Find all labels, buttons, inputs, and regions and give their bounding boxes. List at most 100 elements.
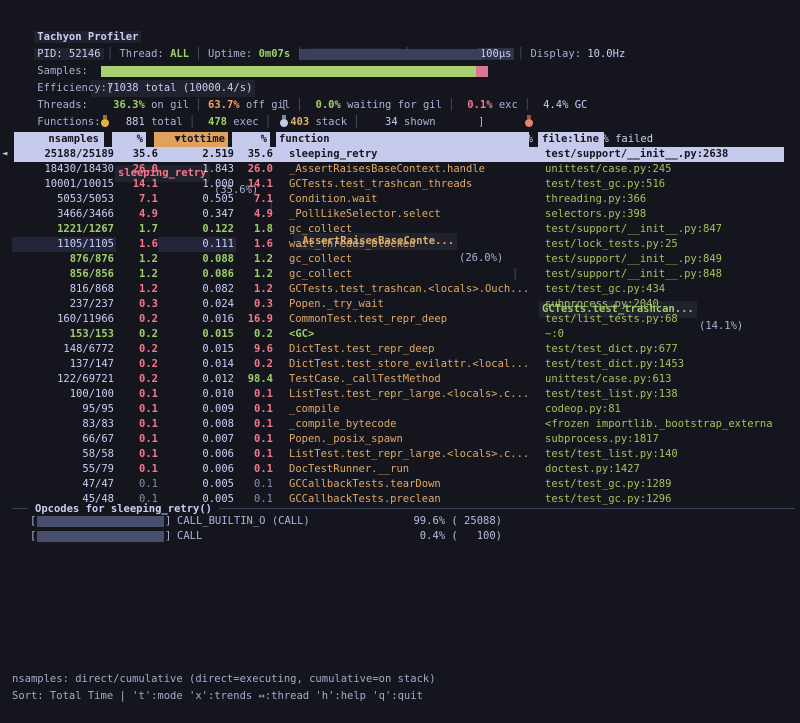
cell-function: Popen._try_wait	[289, 297, 541, 312]
cell-pct-cumulative: 1.2	[236, 282, 273, 297]
samples-rate-bar	[300, 49, 482, 60]
cell-pct-direct: 0.1	[118, 387, 158, 402]
cell-file-line: test/test_list.py:138	[545, 387, 800, 402]
cell-file-line: threading.py:366	[545, 192, 800, 207]
table-row[interactable]: 153/153 0.2 0.015 0.2 <GC> ~:0	[0, 327, 800, 342]
cell-pct-direct: 0.1	[118, 432, 158, 447]
cell-function: ListTest.test_repr_large.<locals>.c...	[289, 447, 541, 462]
cell-nsamples: 47/47	[14, 477, 114, 492]
cell-pct-cumulative: 26.0	[236, 162, 273, 177]
table-row[interactable]: 876/876 1.2 0.088 1.2 gc_collect test/su…	[0, 252, 800, 267]
cell-file-line: test/support/__init__.py:2638	[545, 147, 800, 162]
header-pct-direct[interactable]: %	[112, 132, 146, 147]
cell-tottime: 0.082	[160, 282, 234, 297]
cell-pct-direct: 4.9	[118, 207, 158, 222]
status-line: PID: 52146 │ Thread: ALL │ Uptime: 0m07s…	[12, 29, 625, 46]
cell-pct-cumulative: 0.2	[236, 327, 273, 342]
cell-function: DocTestRunner.__run	[289, 462, 541, 477]
cell-pct-cumulative: 0.1	[236, 477, 273, 492]
table-row[interactable]: 18430/18430 26.0 1.843 26.0 _AssertRaise…	[0, 162, 800, 177]
table-row[interactable]: 122/69721 0.2 0.012 98.4 TestCase._callT…	[0, 372, 800, 387]
table-row[interactable]: 95/95 0.1 0.009 0.1 _compile codeop.py:8…	[0, 402, 800, 417]
cell-nsamples: 18430/18430	[14, 162, 114, 177]
cell-pct-direct: 35.6	[118, 147, 158, 162]
cell-nsamples: 1221/1267	[14, 222, 114, 237]
table-row[interactable]: 47/47 0.1 0.005 0.1 GCCallbackTests.tear…	[0, 477, 800, 492]
table-row[interactable]: 3466/3466 4.9 0.347 4.9 _PollLikeSelecto…	[0, 207, 800, 222]
table-row[interactable]: 66/67 0.1 0.007 0.1 Popen._posix_spawn s…	[0, 432, 800, 447]
divider-rule	[12, 508, 28, 509]
bronze-medal-icon	[525, 119, 533, 127]
header-tottime-sorted[interactable]: ▼tottime	[154, 132, 228, 147]
header-function[interactable]: function	[276, 132, 529, 147]
cell-pct-direct: 7.1	[118, 192, 158, 207]
cell-function: DictTest.test_store_evilattr.<local...	[289, 357, 541, 372]
table-row[interactable]: 137/147 0.2 0.014 0.2 DictTest.test_stor…	[0, 357, 800, 372]
cell-tottime: 0.006	[160, 447, 234, 462]
cell-tottime: 0.015	[160, 327, 234, 342]
cell-file-line: <frozen importlib._bootstrap_externa	[545, 417, 800, 432]
cell-function: sleeping_retry	[289, 147, 541, 162]
table-row[interactable]: 55/79 0.1 0.006 0.1 DocTestRunner.__run …	[0, 462, 800, 477]
cell-function: gc_collect	[289, 252, 541, 267]
cell-file-line: test/list_tests.py:68	[545, 312, 800, 327]
footer-keybindings: Sort: Total Time | 't':mode 'x':trends ↔…	[12, 688, 423, 705]
cell-nsamples: 25188/25189	[14, 147, 114, 162]
cell-pct-direct: 0.3	[118, 297, 158, 312]
cell-pct-cumulative: 7.1	[236, 192, 273, 207]
cell-file-line: unittest/case.py:245	[545, 162, 800, 177]
cell-pct-cumulative: 0.1	[236, 402, 273, 417]
cell-function: _AssertRaisesBaseContext.handle	[289, 162, 541, 177]
threads-line: Threads: 36.3% on gil │ 63.7% off gil │ …	[12, 80, 587, 97]
cell-tottime: 0.008	[160, 417, 234, 432]
table-row[interactable]: 83/83 0.1 0.008 0.1 _compile_bytecode <f…	[0, 417, 800, 432]
gc-pct: 4.4% GC	[537, 99, 588, 111]
cell-nsamples: 856/856	[14, 267, 114, 282]
functions-line: Functions: 881 total │ 478 exec │ 403 st…	[12, 97, 436, 114]
table-row[interactable]: 58/58 0.1 0.006 0.1 ListTest.test_repr_l…	[0, 447, 800, 462]
efficiency-bar-failed	[476, 66, 488, 77]
cell-function: CommonTest.test_repr_deep	[289, 312, 541, 327]
header-pct-cumulative[interactable]: %	[232, 132, 270, 147]
cell-function: TestCase._callTestMethod	[289, 372, 541, 387]
cell-tottime: 0.024	[160, 297, 234, 312]
cell-pct-direct: 26.0	[118, 162, 158, 177]
cell-nsamples: 237/237	[14, 297, 114, 312]
header-file-line[interactable]: file:line	[538, 132, 604, 147]
header-nsamples[interactable]: nsamples	[14, 132, 104, 147]
cell-function: GCTests.test_trashcan_threads	[289, 177, 541, 192]
cell-file-line: test/test_list.py:140	[545, 447, 800, 462]
table-row[interactable]: 5053/5053 7.1 0.505 7.1 Condition.wait t…	[0, 192, 800, 207]
cell-pct-cumulative: 4.9	[236, 207, 273, 222]
table-row[interactable]: 10001/10015 14.1 1.000 14.1 GCTests.test…	[0, 177, 800, 192]
table-row[interactable]: 237/237 0.3 0.024 0.3 Popen._try_wait su…	[0, 297, 800, 312]
table-row[interactable]: 1105/1105 1.6 0.111 1.6 wait_threads_blo…	[0, 237, 800, 252]
table-row[interactable]: 160/11966 0.2 0.016 16.9 CommonTest.test…	[0, 312, 800, 327]
cell-nsamples: 66/67	[14, 432, 114, 447]
table-row[interactable]: 148/6772 0.2 0.015 9.6 DictTest.test_rep…	[0, 342, 800, 357]
cell-pct-direct: 0.2	[118, 357, 158, 372]
gold-medal-icon	[101, 119, 109, 127]
cell-function: wait_threads_blocked	[289, 237, 541, 252]
cell-pct-cumulative: 16.9	[236, 312, 273, 327]
cell-tottime: 0.006	[160, 462, 234, 477]
cell-pct-cumulative: 1.2	[236, 252, 273, 267]
cell-pct-cumulative: 0.3	[236, 297, 273, 312]
cell-tottime: 0.016	[160, 312, 234, 327]
table-row[interactable]: 25188/25189 35.6 2.519 35.6 sleeping_ret…	[0, 147, 800, 162]
cell-pct-direct: 1.6	[118, 237, 158, 252]
table-row[interactable]: 816/868 1.2 0.082 1.2 GCTests.test_trash…	[0, 282, 800, 297]
table-row[interactable]: 1221/1267 1.7 0.122 1.8 gc_collect test/…	[0, 222, 800, 237]
cell-tottime: 0.009	[160, 402, 234, 417]
cell-file-line: test/test_gc.py:516	[545, 177, 800, 192]
table-row[interactable]: 856/856 1.2 0.086 1.2 gc_collect test/su…	[0, 267, 800, 282]
cell-file-line: subprocess.py:2040	[545, 297, 800, 312]
opcode-name: CALL_BUILTIN_O (CALL)	[177, 514, 310, 529]
table-row[interactable]: 100/100 0.1 0.010 0.1 ListTest.test_repr…	[0, 387, 800, 402]
cell-pct-cumulative: 1.2	[236, 267, 273, 282]
cell-function: ListTest.test_repr_large.<locals>.c...	[289, 387, 541, 402]
cell-pct-cumulative: 98.4	[236, 372, 273, 387]
cell-tottime: 0.010	[160, 387, 234, 402]
table-header: nsamples % ▼tottime % function file:line	[0, 132, 800, 147]
opcode-bar	[37, 516, 164, 527]
